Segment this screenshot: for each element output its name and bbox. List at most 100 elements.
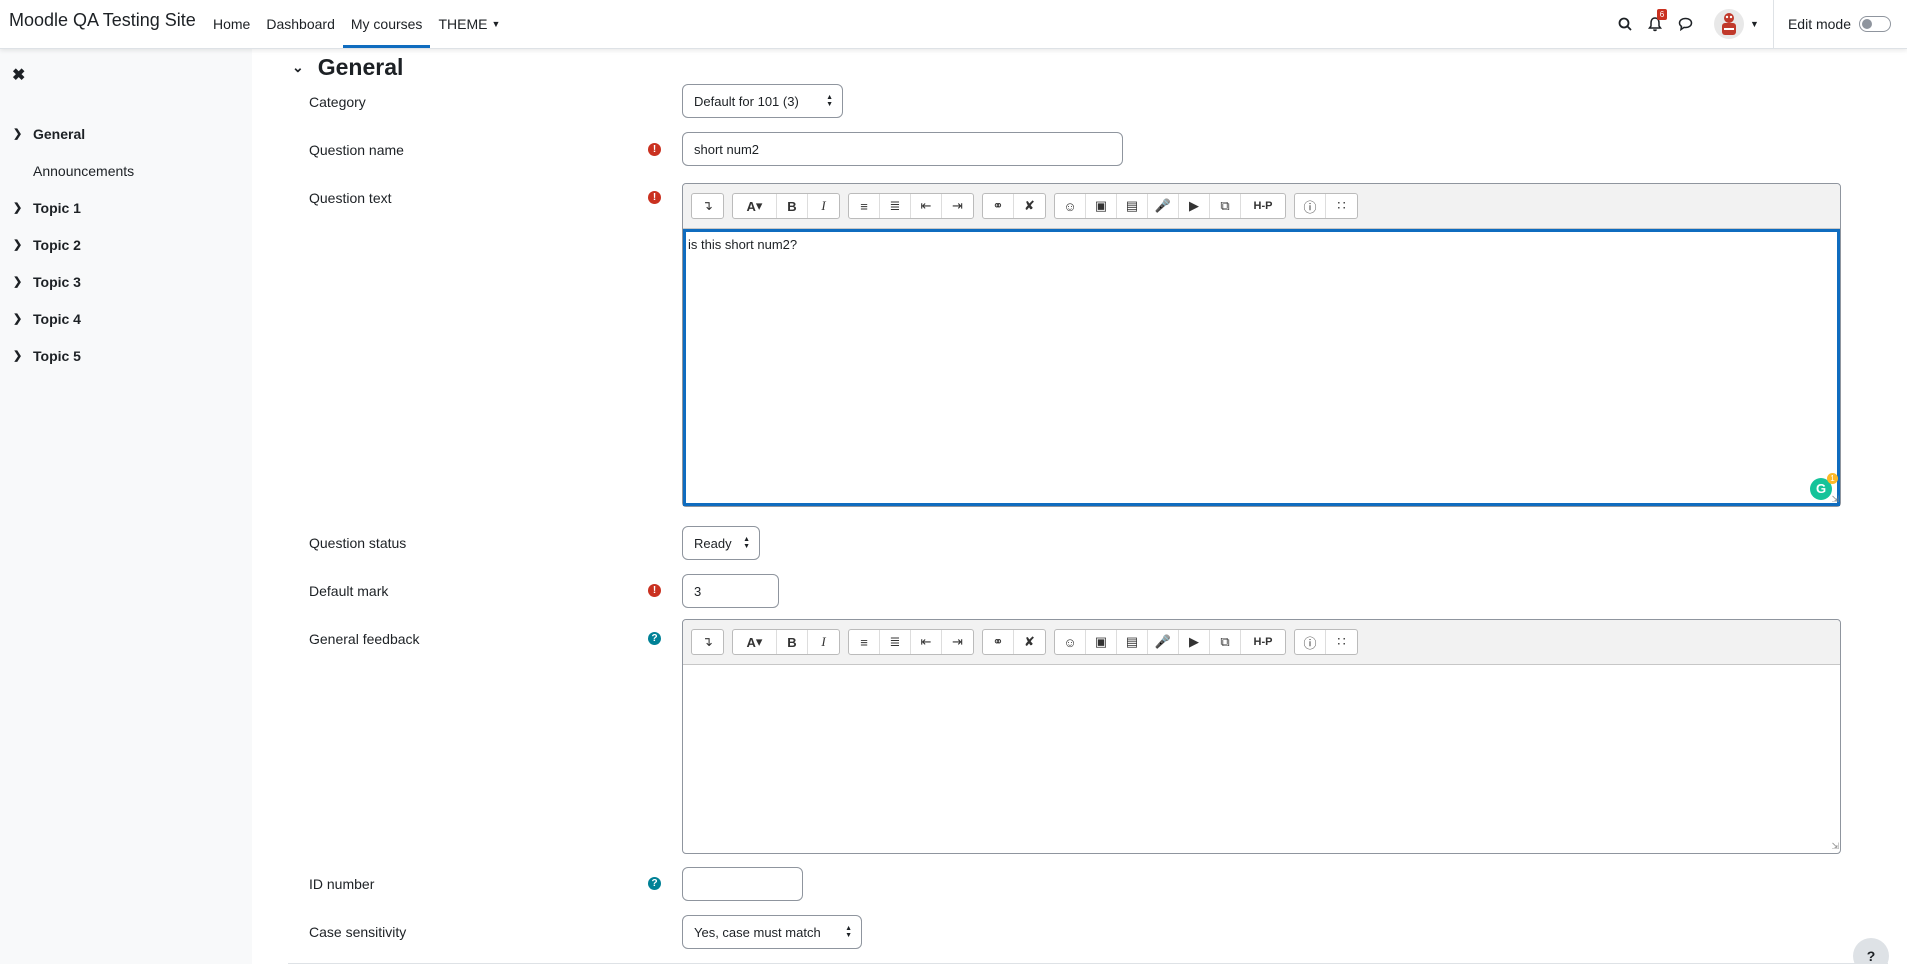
- chevron-down-icon[interactable]: ⌄: [292, 59, 304, 76]
- default-mark-label: Default mark: [309, 583, 389, 599]
- drawer-item-label: Topic 1: [33, 199, 81, 216]
- media-icon[interactable]: ▤: [1117, 194, 1148, 218]
- question-text-editor[interactable]: ↴ A ▾ B I ≡ ≣ ⇤ ⇥ ⚭ ✘ ☺ ▣ ▤ 🎤 ▶ ⧉ H-P ⓘ ∷ is this shor…: [682, 183, 1841, 507]
- outdent-icon[interactable]: ⇤: [911, 194, 942, 218]
- screenreader-helper-icon[interactable]: ∷: [1326, 630, 1357, 654]
- h5p-icon[interactable]: H-P: [1241, 194, 1285, 218]
- category-select-value: Default for 101 (3): [694, 93, 799, 109]
- messages-chat-icon[interactable]: [1670, 0, 1700, 48]
- help-icon[interactable]: ?: [648, 877, 661, 890]
- drawer-section-topic-4[interactable]: ❯ Topic 4: [0, 300, 252, 337]
- record-video-icon[interactable]: ▶: [1179, 630, 1210, 654]
- ordered-list-icon[interactable]: ≣: [880, 194, 911, 218]
- chevron-down-icon[interactable]: ❯: [0, 312, 33, 325]
- nav-theme-menu[interactable]: THEME ▼: [430, 0, 508, 48]
- ordered-list-icon[interactable]: ≣: [880, 630, 911, 654]
- default-mark-input[interactable]: 3: [682, 574, 779, 608]
- record-audio-icon[interactable]: 🎤: [1148, 194, 1179, 218]
- record-audio-icon[interactable]: 🎤: [1148, 630, 1179, 654]
- general-feedback-content[interactable]: ⇲: [683, 665, 1840, 853]
- media-icon[interactable]: ▤: [1117, 630, 1148, 654]
- bold-icon[interactable]: B: [777, 194, 808, 218]
- nav-dashboard[interactable]: Dashboard: [258, 0, 343, 48]
- show-more-icon[interactable]: ↴: [692, 630, 723, 654]
- unordered-list-icon[interactable]: ≡: [849, 194, 880, 218]
- search-icon[interactable]: [1610, 0, 1640, 48]
- main-content: ⌄ General Category Default for 101 (3) ▲…: [252, 49, 1907, 964]
- drawer-item-label: Topic 5: [33, 347, 81, 364]
- notifications-bell-icon[interactable]: 6: [1640, 0, 1670, 48]
- outdent-icon[interactable]: ⇤: [911, 630, 942, 654]
- show-more-icon[interactable]: ↴: [692, 194, 723, 218]
- drawer-section-topic-5[interactable]: ❯ Topic 5: [0, 337, 252, 374]
- h5p-icon[interactable]: H-P: [1241, 630, 1285, 654]
- id-number-input[interactable]: [682, 867, 803, 901]
- accessibility-checker-icon[interactable]: ⓘ: [1295, 194, 1326, 218]
- resize-handle-icon[interactable]: ⇲: [1831, 841, 1839, 852]
- drawer-item-label: General: [33, 125, 86, 142]
- manage-files-icon[interactable]: ⧉: [1210, 630, 1241, 654]
- italic-icon[interactable]: I: [808, 194, 839, 218]
- navbar-right: 6 ▼ Edit mode: [1610, 0, 1907, 48]
- unlink-icon[interactable]: ✘: [1014, 630, 1045, 654]
- chevron-down-icon[interactable]: ❯: [0, 201, 33, 214]
- italic-icon[interactable]: I: [808, 630, 839, 654]
- link-icon[interactable]: ⚭: [983, 194, 1014, 218]
- font-style-icon[interactable]: A ▾: [733, 194, 777, 218]
- question-text-label: Question text: [309, 190, 392, 206]
- image-icon[interactable]: ▣: [1086, 630, 1117, 654]
- emoji-icon[interactable]: ☺: [1055, 194, 1086, 218]
- chevron-down-icon: ▼: [491, 19, 501, 29]
- edit-mode-toggle[interactable]: [1859, 16, 1891, 32]
- drawer-section-general[interactable]: ❯ General: [0, 115, 252, 152]
- screenreader-helper-icon[interactable]: ∷: [1326, 194, 1357, 218]
- font-style-icon[interactable]: A ▾: [733, 630, 777, 654]
- unordered-list-icon[interactable]: ≡: [849, 630, 880, 654]
- accessibility-checker-icon[interactable]: ⓘ: [1295, 630, 1326, 654]
- case-sensitivity-label: Case sensitivity: [309, 924, 407, 940]
- nav-theme-label: THEME: [438, 16, 488, 32]
- chevron-down-icon[interactable]: ❯: [0, 349, 33, 362]
- select-arrows-icon: ▲ ▼: [845, 925, 852, 939]
- question-name-input[interactable]: short num2: [682, 132, 1123, 166]
- close-icon[interactable]: ✖: [12, 65, 25, 85]
- editor-toolbar: ↴ A ▾ B I ≡ ≣ ⇤ ⇥ ⚭ ✘ ☺ ▣ ▤ 🎤 ▶ ⧉ H-P ⓘ ∷: [683, 620, 1840, 665]
- nav-my-courses[interactable]: My courses: [342, 0, 431, 48]
- user-menu[interactable]: ▼: [1714, 9, 1759, 39]
- general-feedback-label: General feedback: [309, 631, 420, 647]
- chevron-down-icon[interactable]: ❯: [0, 127, 33, 140]
- chevron-down-icon[interactable]: ❯: [0, 275, 33, 288]
- question-name-label: Question name: [309, 142, 404, 158]
- category-select[interactable]: Default for 101 (3) ▲ ▼: [682, 84, 843, 118]
- editor-toolbar: ↴ A ▾ B I ≡ ≣ ⇤ ⇥ ⚭ ✘ ☺ ▣ ▤ 🎤 ▶ ⧉ H-P ⓘ ∷: [683, 184, 1840, 229]
- required-icon: !: [648, 191, 661, 204]
- case-sensitivity-value: Yes, case must match: [694, 924, 821, 940]
- site-name[interactable]: Moodle QA Testing Site: [9, 10, 196, 31]
- drawer-item-announcements[interactable]: Announcements: [0, 152, 252, 189]
- indent-icon[interactable]: ⇥: [942, 194, 973, 218]
- link-icon[interactable]: ⚭: [983, 630, 1014, 654]
- resize-handle-icon[interactable]: ⇲: [1831, 494, 1839, 505]
- question-text-content[interactable]: is this short num2? G 1 ⇲: [683, 229, 1840, 506]
- chevron-down-icon[interactable]: ❯: [0, 238, 33, 251]
- unlink-icon[interactable]: ✘: [1014, 194, 1045, 218]
- general-section-header[interactable]: ⌄ General: [292, 51, 403, 83]
- case-sensitivity-select[interactable]: Yes, case must match ▲ ▼: [682, 915, 862, 949]
- nav-home[interactable]: Home: [205, 0, 258, 48]
- chevron-down-icon: ▼: [1750, 19, 1759, 29]
- indent-icon[interactable]: ⇥: [942, 630, 973, 654]
- drawer-section-topic-1[interactable]: ❯ Topic 1: [0, 189, 252, 226]
- manage-files-icon[interactable]: ⧉: [1210, 194, 1241, 218]
- question-status-select[interactable]: Ready ▲ ▼: [682, 526, 760, 560]
- drawer-section-topic-3[interactable]: ❯ Topic 3: [0, 263, 252, 300]
- image-icon[interactable]: ▣: [1086, 194, 1117, 218]
- course-index-drawer: ✖ ❯ General Announcements ❯ Topic 1 ❯ To…: [0, 49, 252, 964]
- record-video-icon[interactable]: ▶: [1179, 194, 1210, 218]
- help-icon[interactable]: ?: [648, 632, 661, 645]
- general-feedback-editor[interactable]: ↴ A ▾ B I ≡ ≣ ⇤ ⇥ ⚭ ✘ ☺ ▣ ▤ 🎤 ▶ ⧉ H-P ⓘ ∷ ⇲: [682, 619, 1841, 854]
- primary-navigation: Home Dashboard My courses THEME ▼: [205, 0, 508, 48]
- emoji-icon[interactable]: ☺: [1055, 630, 1086, 654]
- edit-mode-switch[interactable]: Edit mode: [1774, 16, 1907, 32]
- bold-icon[interactable]: B: [777, 630, 808, 654]
- drawer-section-topic-2[interactable]: ❯ Topic 2: [0, 226, 252, 263]
